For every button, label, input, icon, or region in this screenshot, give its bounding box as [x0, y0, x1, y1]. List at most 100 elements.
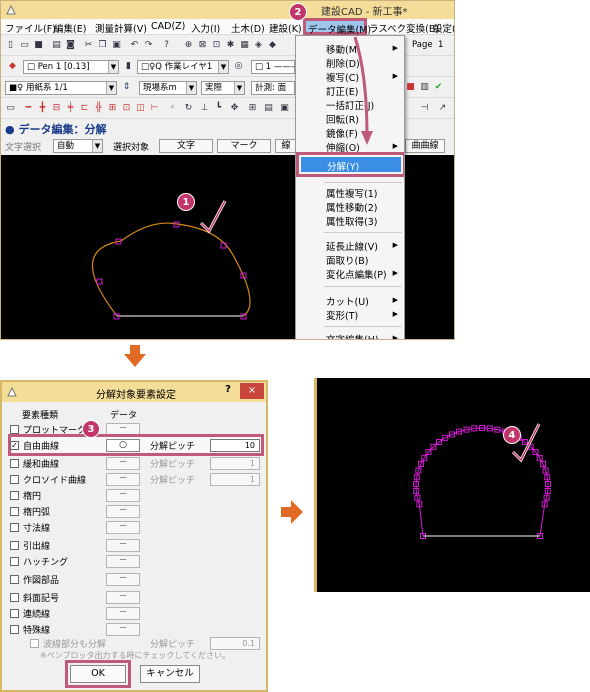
layer-tool-icon[interactable]: ◆ — [267, 40, 278, 51]
box-icon[interactable]: ◫ — [135, 103, 146, 114]
frame-icon[interactable]: ⊡ — [121, 103, 132, 114]
checkbox[interactable] — [10, 575, 19, 584]
rotate-icon[interactable]: ↻ — [183, 103, 194, 114]
scale-select[interactable]: 実際 ▼ — [201, 81, 245, 95]
perpendicular-icon[interactable]: ⊥ — [199, 103, 210, 114]
menu-input[interactable]: 入力(I) — [191, 21, 220, 35]
measure-select[interactable]: 計測: 面 — [251, 81, 295, 95]
scale-icon[interactable]: ⇕ — [121, 82, 132, 93]
mark-button[interactable]: マーク — [217, 139, 271, 153]
tool-icon[interactable]: ◈ — [253, 40, 264, 51]
align-icon[interactable]: ⊞ — [247, 103, 258, 114]
redo-icon[interactable]: ↷ — [143, 40, 154, 51]
line-tool-icon[interactable]: ⊟ — [51, 103, 62, 114]
toggle-icon[interactable]: ▥ — [419, 82, 430, 93]
checkbox[interactable] — [10, 459, 19, 468]
line-button[interactable]: 線 — [275, 139, 297, 153]
grid-icon[interactable]: ▦ — [239, 40, 250, 51]
pen-select[interactable]: □ Pen 1 [0.13] ▼ — [23, 60, 119, 74]
menu-raster[interactable]: ラスベク変換(B) — [369, 21, 439, 35]
checkbox[interactable] — [30, 639, 39, 648]
menu-item-explode[interactable]: 分解(Y) — [296, 152, 404, 177]
double-line-icon[interactable]: ╪ — [65, 103, 76, 114]
curve-button[interactable]: 曲曲線 — [405, 139, 445, 153]
filter-select[interactable]: 自動 ▼ — [53, 139, 103, 153]
menu-data-edit[interactable]: データ編集(M) — [303, 18, 371, 36]
cancel-button[interactable]: キャンセル — [140, 665, 200, 683]
checkbox[interactable] — [10, 593, 19, 602]
checkbox[interactable] — [10, 507, 19, 516]
split-icon[interactable]: ⊢ — [149, 103, 160, 114]
checkbox[interactable] — [10, 523, 19, 532]
menu-item-transform[interactable]: 変形(T) — [326, 308, 358, 322]
menu-item-chamfer[interactable]: 面取り(B) — [326, 253, 368, 267]
pitch-input[interactable]: 1 — [210, 457, 260, 470]
copy-icon[interactable]: ❐ — [97, 40, 108, 51]
checkbox[interactable] — [10, 557, 19, 566]
mesh-icon[interactable]: ⊞ — [107, 103, 118, 114]
menu-item-attr-copy[interactable]: 属性複写(1) — [326, 186, 377, 200]
menu-survey[interactable]: 測量計算(V) — [95, 21, 147, 35]
eraser-icon[interactable]: ◆ — [7, 61, 18, 72]
linetype-select[interactable]: □ 1 ——— — [251, 60, 295, 74]
menu-settings[interactable]: 設定(S) — [433, 21, 454, 35]
pitch-input[interactable]: 10 — [210, 439, 260, 452]
save-icon[interactable]: ■ — [33, 40, 44, 51]
snap-icon[interactable]: ◦ — [167, 103, 178, 114]
checkbox[interactable] — [10, 475, 19, 484]
check-icon[interactable]: ✔ — [433, 82, 444, 93]
format-icon[interactable]: ▤ — [263, 103, 274, 114]
extra-icon[interactable]: ⊣ — [419, 103, 430, 114]
bulb-icon[interactable]: ✱ — [225, 40, 236, 51]
pipe-icon[interactable]: ╬ — [93, 103, 104, 114]
checkbox[interactable]: ✓ — [10, 441, 19, 450]
menu-item-extend[interactable]: 延長止線(V) — [326, 239, 378, 253]
paper-select[interactable]: ■♀ 用紙系 1/1 ▼ — [5, 81, 117, 95]
checkbox[interactable] — [10, 491, 19, 500]
menu-item-cut[interactable]: カット(U) — [326, 294, 369, 308]
menu-civil[interactable]: 土木(D) — [231, 21, 265, 35]
pitch-input[interactable]: 0.1 — [210, 637, 260, 650]
ok-button[interactable]: OK — [70, 665, 126, 683]
help-button[interactable]: ? — [220, 384, 236, 398]
checkbox[interactable] — [10, 625, 19, 634]
menu-edit[interactable]: 編集(E) — [54, 21, 86, 35]
paste-icon[interactable]: ▣ — [111, 40, 122, 51]
layer-settings-icon[interactable]: ◎ — [233, 61, 244, 72]
menu-file[interactable]: ファイル(F) — [5, 21, 56, 35]
zoom-icon[interactable]: ⊕ — [183, 40, 194, 51]
cross-icon[interactable]: ╋ — [37, 103, 48, 114]
menu-cad[interactable]: CAD(Z) — [151, 21, 185, 32]
bracket-icon[interactable]: ⊏ — [79, 103, 90, 114]
line-h-icon[interactable]: ━ — [23, 103, 34, 114]
corner-icon[interactable]: ┗ — [213, 103, 224, 114]
text-button[interactable]: 文字 — [159, 139, 213, 153]
cut-icon[interactable]: ✂ — [83, 40, 94, 51]
menu-item-attr-get[interactable]: 属性取得(3) — [326, 214, 377, 228]
coord-select[interactable]: 現場系m ▼ — [139, 81, 197, 95]
checkbox[interactable] — [10, 609, 19, 618]
preview-icon[interactable]: ◙ — [65, 40, 76, 51]
pen-icon[interactable]: ↗ — [437, 103, 448, 114]
menu-item-text-edit[interactable]: 文字編集(H) — [326, 332, 379, 339]
tools-icon[interactable]: ▣ — [279, 103, 290, 114]
pitch-input[interactable]: 1 — [210, 473, 260, 486]
menu-build[interactable]: 建設(K) — [269, 21, 302, 35]
close-button[interactable]: × — [240, 383, 264, 399]
menu-item-attr-move[interactable]: 属性移動(2) — [326, 200, 377, 214]
help-icon[interactable]: ? — [161, 40, 172, 51]
open-icon[interactable]: ▭ — [19, 40, 30, 51]
print-icon[interactable]: ▤ — [51, 40, 62, 51]
rect-icon[interactable]: ▭ — [5, 103, 16, 114]
pen-settings-icon[interactable]: ▮ — [123, 61, 134, 72]
undo-icon[interactable]: ↶ — [129, 40, 140, 51]
checkbox[interactable] — [10, 425, 19, 434]
move-icon[interactable]: ✥ — [229, 103, 240, 114]
zoom-window-icon[interactable]: ⊠ — [197, 40, 208, 51]
new-icon[interactable]: ▯ — [5, 40, 16, 51]
zoom-all-icon[interactable]: ⊡ — [211, 40, 222, 51]
checkbox[interactable] — [10, 541, 19, 550]
menu-item-vertex-edit[interactable]: 変化点編集(P) — [326, 267, 387, 281]
layer-select[interactable]: □♀Q 作業レイヤ1 ▼ — [137, 60, 229, 74]
color-icon[interactable]: ■ — [405, 82, 416, 93]
